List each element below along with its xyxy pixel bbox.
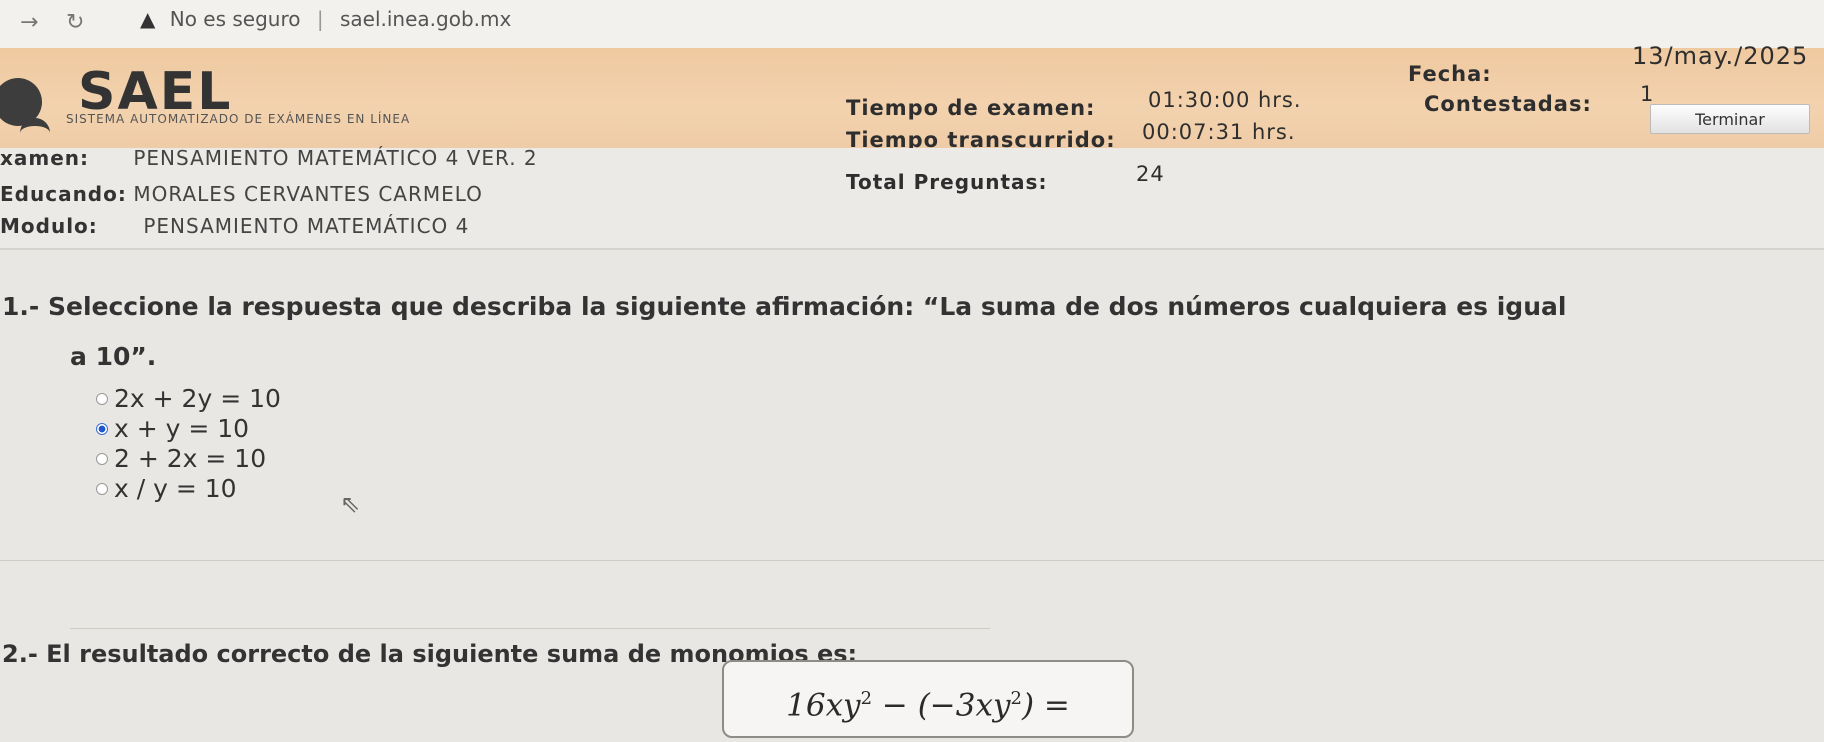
question-divider [0, 560, 1824, 561]
exam-time-value: 01:30:00 hrs. [1148, 88, 1302, 112]
option-radio-selected[interactable] [96, 422, 108, 435]
exam-name: PENSAMIENTO MATEMÁTICO 4 VER. 2 [133, 146, 538, 170]
exam-label: xamen: [0, 146, 90, 170]
answered-label: Contestadas: [1424, 92, 1592, 116]
question-1-text-line2: a 10”. [70, 342, 157, 371]
option-label: 2x + 2y = 10 [114, 384, 281, 413]
terminate-button[interactable]: Terminar [1650, 104, 1810, 134]
date-label: Fecha: [1408, 62, 1492, 86]
option-row[interactable]: x + y = 10 [96, 414, 249, 443]
option-label: x + y = 10 [114, 414, 250, 443]
module-label: Modulo: [0, 214, 98, 238]
url-text: sael.inea.gob.mx [339, 7, 512, 31]
option-row[interactable]: 2 + 2x = 10 [96, 444, 266, 473]
option-label: x / y = 10 [114, 474, 237, 503]
student-name: MORALES CERVANTES CARMELO [133, 182, 483, 206]
student-label: Educando: [0, 182, 127, 206]
question-divider [70, 628, 990, 629]
insecure-label: No es seguro [169, 7, 301, 31]
option-row[interactable]: 2x + 2y = 10 [96, 384, 281, 413]
exam-time-label: Tiempo de examen: [846, 96, 1096, 120]
address-bar[interactable]: ▲ No es seguro | sael.inea.gob.mx [140, 4, 511, 34]
browser-toolbar: → ↻ ▲ No es seguro | sael.inea.gob.mx [0, 0, 1824, 49]
option-radio[interactable] [96, 452, 108, 465]
date-value: 13/may./2025 [1632, 42, 1809, 70]
address-separator: | [316, 7, 324, 31]
question-1-text-line1: 1.- Seleccione la respuesta que describa… [2, 292, 1566, 321]
option-radio[interactable] [96, 392, 108, 405]
logo-subtitle: SISTEMA AUTOMATIZADO DE EXÁMENES EN LÍNE… [66, 112, 411, 126]
module-row: Modulo: PENSAMIENTO MATEMÁTICO 4 [0, 214, 469, 238]
logo-book-icon [20, 118, 50, 148]
mouse-pointer-icon: ⇖ [340, 490, 361, 518]
total-questions-label: Total Preguntas: [846, 170, 1048, 194]
module-name: PENSAMIENTO MATEMÁTICO 4 [143, 214, 470, 238]
option-row[interactable]: x / y = 10 [96, 474, 237, 503]
question-1-number: 1.- [2, 292, 40, 321]
question-2-formula: 16xy2 − (−3xy2) = [722, 660, 1134, 738]
warning-icon: ▲ [140, 7, 156, 31]
total-questions-value: 24 [1136, 162, 1165, 186]
question-2-number: 2.- [2, 640, 38, 668]
student-row: Educando: MORALES CERVANTES CARMELO [0, 182, 483, 206]
reload-icon[interactable]: ↻ [66, 10, 84, 35]
question-1-text: Seleccione la respuesta que describa la … [48, 292, 1567, 321]
option-label: 2 + 2x = 10 [114, 444, 267, 473]
exam-name-row: xamen: PENSAMIENTO MATEMÁTICO 4 VER. 2 [0, 146, 538, 170]
answered-value: 1 [1640, 82, 1655, 106]
elapsed-time-value: 00:07:31 hrs. [1142, 120, 1296, 144]
option-radio[interactable] [96, 482, 108, 495]
forward-icon[interactable]: → [20, 10, 38, 35]
